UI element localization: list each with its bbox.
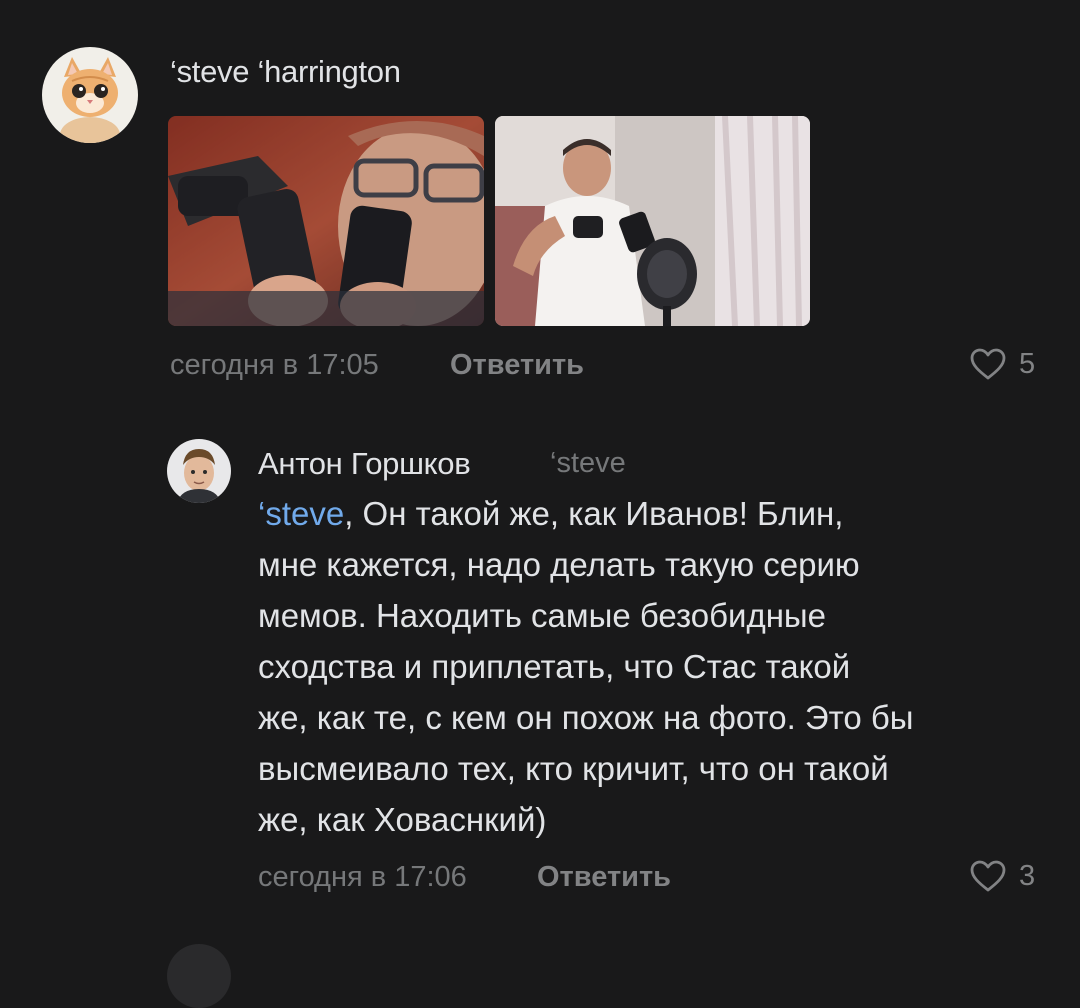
reply-text-body: , Он такой же, как Иванов! Блин, мне каж…	[258, 495, 914, 838]
reply-to-label[interactable]: ‘steve	[550, 447, 626, 480]
avatar[interactable]	[167, 439, 231, 503]
comment-photo[interactable]	[495, 116, 810, 326]
avatar[interactable]	[42, 47, 138, 143]
photo-man-with-phones-microphone-icon	[495, 116, 810, 326]
comment-author[interactable]: ‘steve ‘harrington	[170, 54, 401, 90]
kitten-avatar-icon	[42, 47, 138, 143]
comment-time: сегодня в 17:06	[258, 861, 467, 893]
avatar[interactable]	[167, 944, 231, 1008]
like-count: 5	[1019, 347, 1036, 380]
comment-photo[interactable]	[168, 116, 484, 326]
heart-icon	[970, 348, 1006, 380]
comment-time: сегодня в 17:05	[170, 349, 379, 381]
man-avatar-icon	[167, 439, 231, 503]
reply-button[interactable]: Ответить	[537, 861, 671, 894]
like-count: 3	[1019, 859, 1036, 892]
reply-text: ‘steve, Он такой же, как Иванов! Блин, м…	[258, 488, 1058, 845]
photo-man-with-phones-glasses-icon	[168, 116, 484, 326]
like-button[interactable]: 3	[969, 859, 1035, 893]
mention-link[interactable]: ‘steve	[258, 495, 344, 532]
heart-icon	[970, 860, 1006, 892]
reply-author[interactable]: Антон Горшков	[258, 446, 471, 482]
reply-button[interactable]: Ответить	[450, 349, 584, 382]
like-button[interactable]: 5	[969, 347, 1035, 381]
